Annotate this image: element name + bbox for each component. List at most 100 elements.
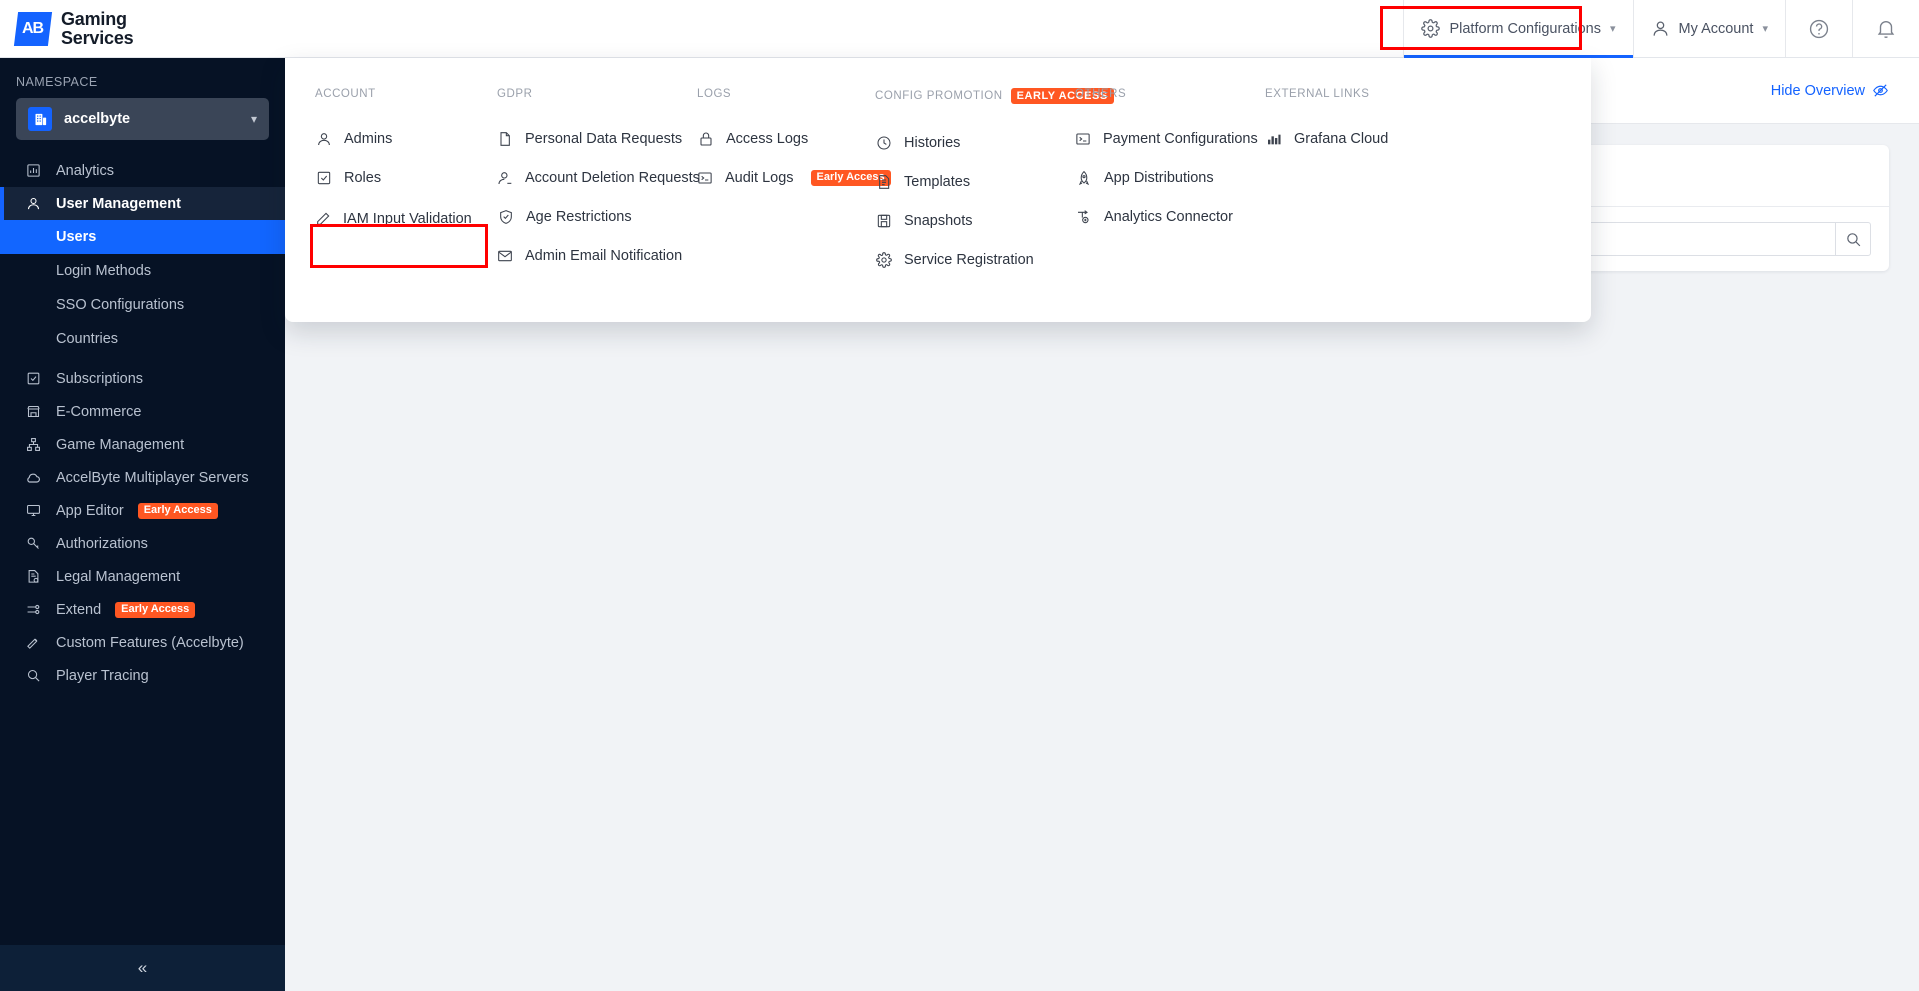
menu-item-access-logs[interactable]: Access Logs xyxy=(697,119,845,158)
sidebar-item-label: Analytics xyxy=(56,162,115,179)
sidebar-item-sso-configurations[interactable]: SSO Configurations xyxy=(0,288,285,322)
cloud-icon xyxy=(24,470,42,486)
sidebar-item-label: AccelByte Multiplayer Servers xyxy=(56,469,249,486)
menu-item-audit-logs[interactable]: Audit Logs Early Access xyxy=(697,158,891,197)
mega-column-others: OTHERS Payment Configurations App Distri… xyxy=(1045,88,1258,296)
document-check-icon xyxy=(24,569,42,584)
menu-item-label: Personal Data Requests xyxy=(525,130,683,147)
mega-column-account: ACCOUNT Admins Roles IAM Input Validatio… xyxy=(285,88,472,296)
menu-item-app-distributions[interactable]: App Distributions xyxy=(1075,158,1235,197)
chevron-double-left-icon: « xyxy=(137,958,148,977)
key-icon xyxy=(24,536,42,551)
storefront-icon xyxy=(24,404,42,419)
app-title-line2: Services xyxy=(61,27,134,48)
menu-item-label: Histories xyxy=(904,134,961,151)
sidebar-item-analytics[interactable]: Analytics xyxy=(0,154,285,187)
menu-item-label: IAM Input Validation xyxy=(343,211,472,227)
app-title: Gaming Services xyxy=(61,9,134,48)
menu-item-snapshots[interactable]: Snapshots xyxy=(875,201,1045,240)
menu-item-label: Audit Logs xyxy=(725,169,794,186)
app-header: AB Gaming Services Platform Configuratio… xyxy=(0,0,1919,58)
menu-item-histories[interactable]: Histories xyxy=(875,123,1045,162)
save-icon xyxy=(875,213,892,229)
chart-icon xyxy=(1265,131,1282,147)
namespace-selector[interactable]: accelbyte ▾ xyxy=(16,98,269,140)
menu-item-age-restrictions[interactable]: Age Restrictions xyxy=(497,197,667,236)
sidebar-item-login-methods[interactable]: Login Methods xyxy=(0,254,285,288)
menu-item-admins[interactable]: Admins xyxy=(315,119,467,158)
sidebar-nav: Analytics User Management Users Login Me… xyxy=(0,154,285,945)
sidebar-item-app-editor[interactable]: App Editor Early Access xyxy=(0,494,285,527)
terminal-icon xyxy=(1075,131,1091,147)
bell-icon xyxy=(1875,18,1897,40)
search-button[interactable] xyxy=(1835,222,1871,256)
menu-item-label: Account Deletion Requests xyxy=(525,169,700,186)
check-square-icon xyxy=(24,371,42,386)
header-spacer xyxy=(285,0,1403,57)
sidebar-item-authorizations[interactable]: Authorizations xyxy=(0,527,285,560)
sidebar-item-user-management[interactable]: User Management xyxy=(0,187,285,220)
sidebar-item-label: App Editor xyxy=(56,502,124,519)
sidebar-item-subscriptions[interactable]: Subscriptions xyxy=(0,362,285,395)
sidebar-item-e-commerce[interactable]: E-Commerce xyxy=(0,395,285,428)
check-square-icon xyxy=(315,170,332,186)
menu-item-admin-email-notification[interactable]: Admin Email Notification xyxy=(497,236,682,275)
sidebar-item-game-management[interactable]: Game Management xyxy=(0,428,285,461)
menu-item-analytics-connector[interactable]: Analytics Connector xyxy=(1075,197,1235,236)
envelope-icon xyxy=(497,248,513,264)
menu-item-label: Analytics Connector xyxy=(1104,208,1233,225)
menu-item-roles[interactable]: Roles xyxy=(315,158,467,197)
user-minus-icon xyxy=(497,170,513,186)
menu-item-label: Age Restrictions xyxy=(526,208,632,225)
my-account-button[interactable]: My Account ▾ xyxy=(1632,0,1785,57)
help-button[interactable] xyxy=(1785,0,1852,57)
sidebar-collapse-button[interactable]: « xyxy=(0,945,285,991)
mega-column-logs: LOGS Access Logs Audit Logs Early Access xyxy=(667,88,891,296)
menu-item-iam-input-validation[interactable]: IAM Input Validation xyxy=(315,197,472,241)
menu-item-label: Grafana Cloud xyxy=(1294,130,1389,147)
sidebar-item-custom-features[interactable]: Custom Features (Accelbyte) xyxy=(0,626,285,659)
sidebar-item-accelbyte-multiplayer-servers[interactable]: AccelByte Multiplayer Servers xyxy=(0,461,285,494)
early-access-badge: Early Access xyxy=(115,601,196,618)
gear-icon xyxy=(1421,19,1441,38)
menu-item-service-registration[interactable]: Service Registration xyxy=(875,240,1045,279)
platform-configurations-button[interactable]: Platform Configurations ▾ xyxy=(1403,0,1633,58)
sidebar-item-player-tracing[interactable]: Player Tracing xyxy=(0,659,285,692)
sidebar-item-label: Subscriptions xyxy=(56,370,144,387)
sidebar-item-extend[interactable]: Extend Early Access xyxy=(0,593,285,626)
mega-column-heading: EXTERNAL LINKS xyxy=(1265,88,1370,100)
mega-column-heading: OTHERS xyxy=(1075,88,1127,100)
hide-overview-label: Hide Overview xyxy=(1770,82,1865,99)
sidebar-item-label: E-Commerce xyxy=(56,403,142,420)
app-logo[interactable]: AB Gaming Services xyxy=(0,0,285,57)
bar-chart-icon xyxy=(24,163,42,178)
menu-item-label: Roles xyxy=(344,169,382,186)
early-access-badge: Early Access xyxy=(137,502,218,519)
accelbyte-logo-icon: AB xyxy=(13,11,53,46)
lock-icon xyxy=(697,131,714,147)
menu-item-grafana-cloud[interactable]: Grafana Cloud xyxy=(1265,119,1435,158)
hide-overview-link[interactable]: Hide Overview xyxy=(1771,82,1889,99)
menu-item-personal-data-requests[interactable]: Personal Data Requests xyxy=(497,119,682,158)
document-icon xyxy=(875,174,892,190)
shield-check-icon xyxy=(497,209,514,225)
sidebar-item-users[interactable]: Users xyxy=(0,220,285,254)
search-icon xyxy=(1845,231,1862,248)
menu-item-templates[interactable]: Templates xyxy=(875,162,1045,201)
my-account-label: My Account xyxy=(1678,20,1754,37)
chevron-down-icon: ▾ xyxy=(250,112,257,126)
platform-configurations-dropdown: ACCOUNT Admins Roles IAM Input Validatio… xyxy=(285,58,1591,322)
notifications-button[interactable] xyxy=(1852,0,1919,57)
logo-mark-text: AB xyxy=(22,19,44,37)
menu-item-account-deletion-requests[interactable]: Account Deletion Requests xyxy=(497,158,700,197)
file-icon xyxy=(497,131,513,147)
mega-column-heading: GDPR xyxy=(497,88,533,100)
sidebar-item-countries[interactable]: Countries xyxy=(0,322,285,356)
menu-item-label: Admin Email Notification xyxy=(525,247,683,264)
menu-item-payment-configurations[interactable]: Payment Configurations xyxy=(1075,119,1258,158)
sidebar-item-label: Legal Management xyxy=(56,568,181,585)
extend-icon xyxy=(24,602,42,617)
terminal-icon xyxy=(697,170,713,186)
mega-column-heading: CONFIG PROMOTION xyxy=(875,90,1003,102)
sidebar-item-legal-management[interactable]: Legal Management xyxy=(0,560,285,593)
